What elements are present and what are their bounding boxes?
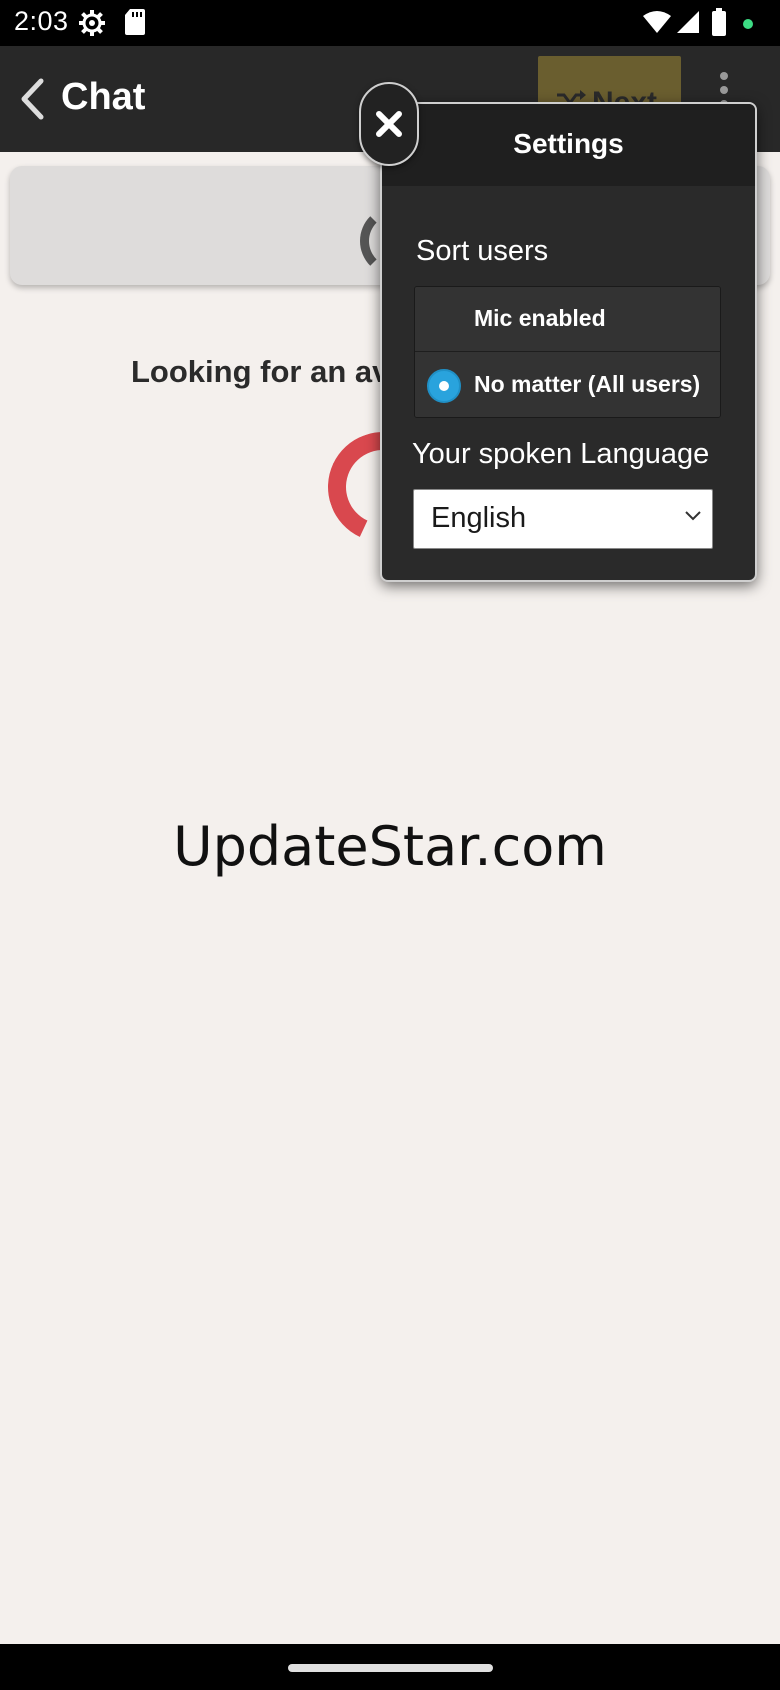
searching-message: Looking for an av: [131, 354, 390, 389]
close-icon: [376, 111, 402, 137]
option-mic-enabled[interactable]: Mic enabled: [415, 287, 720, 352]
chevron-down-icon: [685, 511, 701, 521]
gear-icon: [78, 8, 106, 43]
navigation-bar: [0, 1644, 780, 1690]
option-label: Mic enabled: [474, 305, 606, 331]
home-handle[interactable]: [288, 1664, 493, 1672]
status-bar: 2:03: [0, 0, 780, 46]
language-select[interactable]: English: [413, 489, 713, 549]
option-label: No matter (All users): [474, 371, 701, 397]
battery-icon: [712, 8, 726, 41]
notification-dot-icon: [742, 17, 754, 35]
language-value: English: [431, 502, 527, 534]
sort-users-radio-group: Mic enabled No matter (All users): [414, 286, 721, 418]
signal-icon: [676, 10, 700, 39]
radio-selected-icon[interactable]: [427, 369, 461, 403]
sd-card-icon: [124, 8, 146, 41]
spoken-language-label: Your spoken Language: [412, 438, 710, 470]
popup-title: Settings: [513, 128, 624, 159]
close-button[interactable]: [359, 82, 419, 166]
sort-users-label: Sort users: [416, 235, 549, 267]
page-title: Chat: [61, 76, 146, 118]
back-button[interactable]: [10, 74, 54, 124]
watermark: UpdateStar.com: [173, 815, 607, 878]
wifi-icon: [642, 10, 672, 39]
status-time: 2:03: [14, 6, 69, 36]
settings-popup: Settings Sort users Mic enabled No matte…: [380, 102, 757, 582]
popup-header: Settings: [382, 104, 755, 186]
option-no-matter[interactable]: No matter (All users): [415, 353, 720, 417]
chevron-left-icon: [21, 78, 44, 120]
